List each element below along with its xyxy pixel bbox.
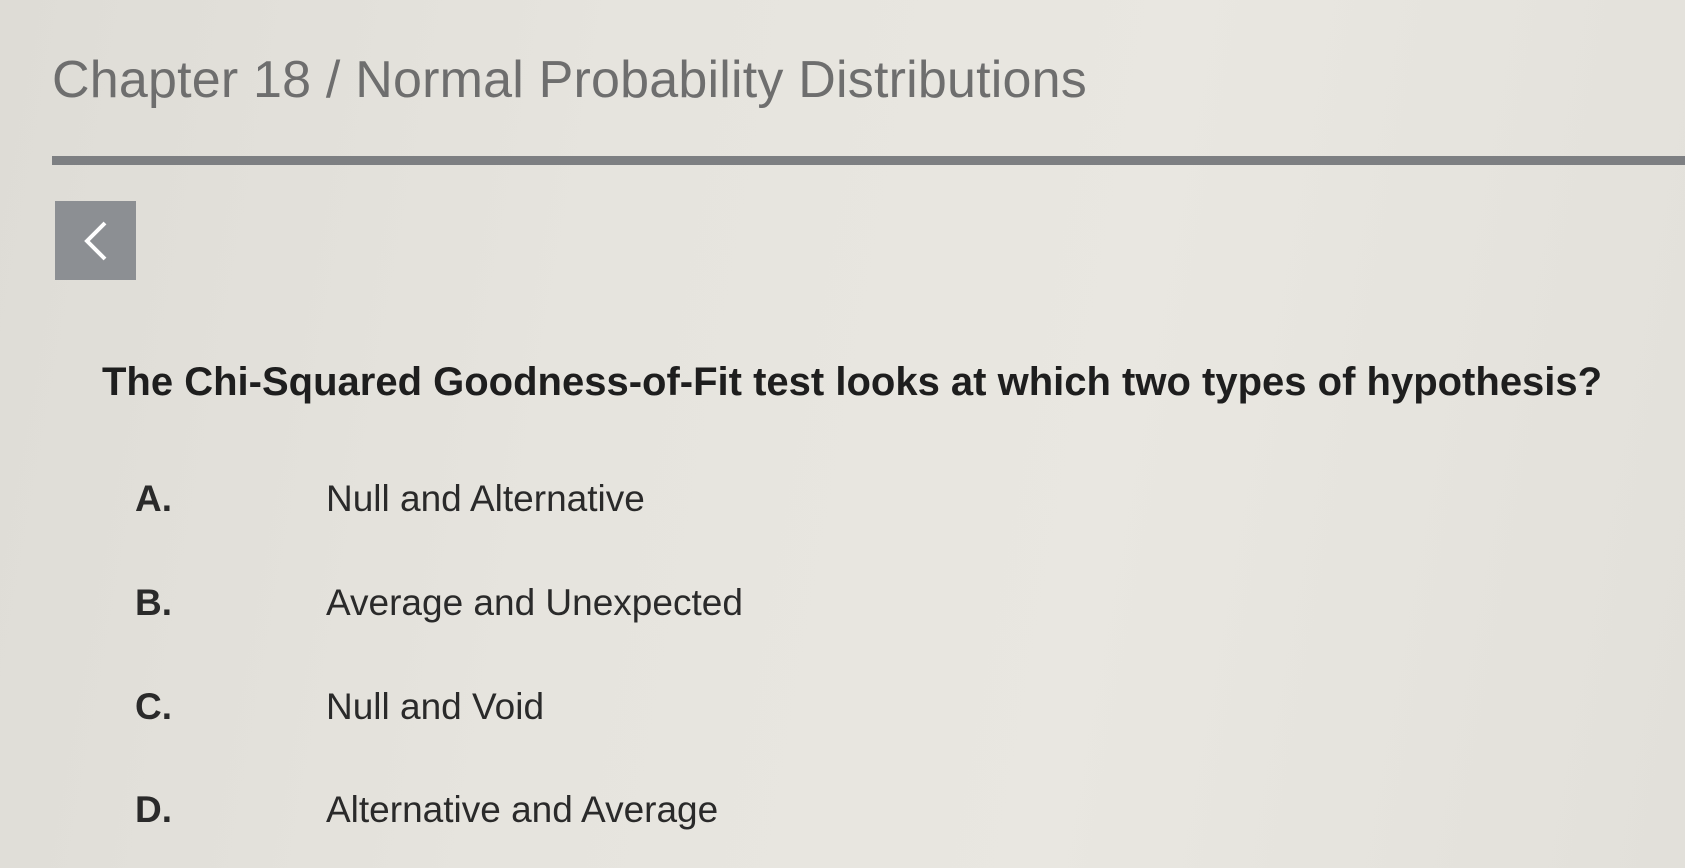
option-letter: A.	[135, 478, 172, 519]
back-button[interactable]	[55, 201, 136, 280]
answer-option-c[interactable]: C. Null and Void	[0, 686, 900, 746]
page-title: Chapter 18 / Normal Probability Distribu…	[52, 51, 1087, 109]
option-letter: B.	[135, 582, 172, 623]
option-text: Alternative and Average	[326, 789, 719, 830]
answer-option-b[interactable]: B. Average and Unexpected	[0, 582, 900, 642]
answer-option-d[interactable]: D. Alternative and Average	[0, 789, 900, 849]
option-letter: D.	[135, 789, 172, 830]
chevron-left-icon	[83, 221, 106, 260]
question-text: The Chi-Squared Goodness-of-Fit test loo…	[102, 360, 1603, 404]
option-text: Average and Unexpected	[326, 582, 743, 623]
header-divider	[52, 156, 1685, 165]
answer-option-a[interactable]: A. Null and Alternative	[0, 478, 900, 538]
option-text: Null and Alternative	[326, 478, 645, 519]
option-letter: C.	[135, 686, 172, 727]
quiz-page: Chapter 18 / Normal Probability Distribu…	[0, 0, 1685, 868]
option-text: Null and Void	[326, 686, 545, 727]
